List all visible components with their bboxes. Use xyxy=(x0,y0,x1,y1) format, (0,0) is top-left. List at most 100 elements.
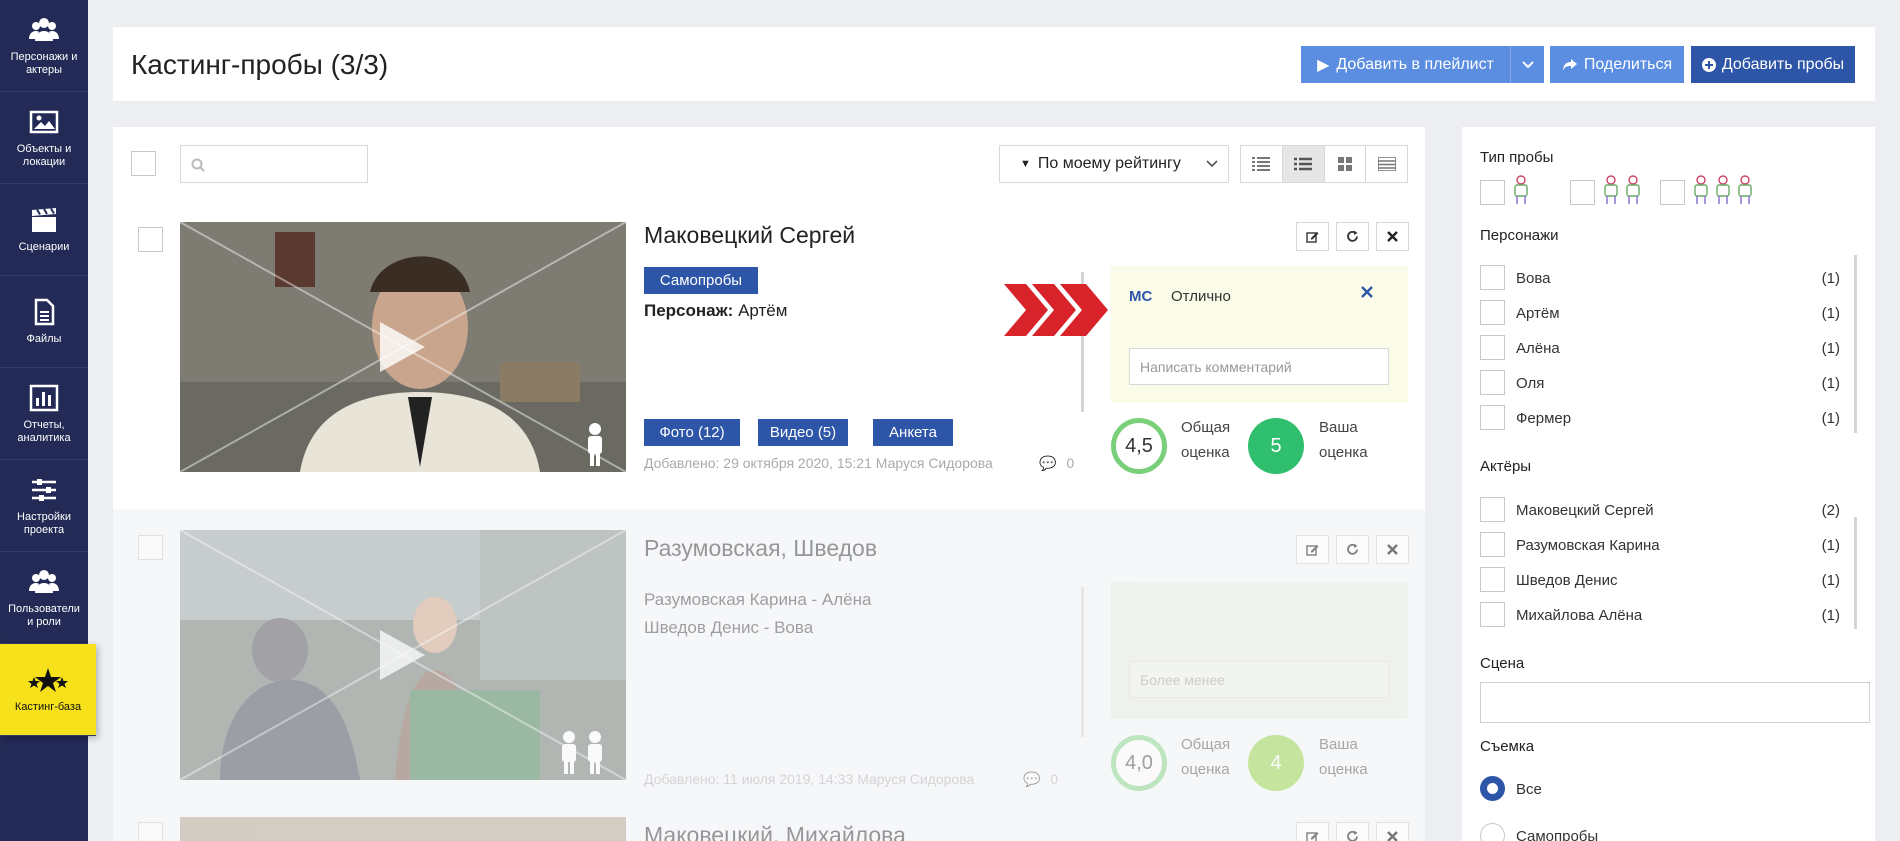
actor-checkbox[interactable] xyxy=(1480,532,1505,557)
file-icon xyxy=(34,298,55,326)
shooting-all-radio[interactable] xyxy=(1480,776,1505,801)
character-count: (1) xyxy=(1821,375,1840,392)
character-name: Оля xyxy=(1516,375,1545,392)
close-icon[interactable] xyxy=(1361,286,1373,298)
review-box: Более менее xyxy=(1111,582,1408,719)
sort-select[interactable]: ▼ По моему рейтингу xyxy=(999,145,1229,183)
refresh-button[interactable] xyxy=(1336,222,1369,251)
edit-button[interactable] xyxy=(1296,822,1329,841)
sidebar-item-characters[interactable]: Персонажи и актеры xyxy=(0,0,88,92)
my-score[interactable]: 5 xyxy=(1248,418,1304,474)
character-checkbox[interactable] xyxy=(1480,335,1505,360)
video-button[interactable]: Видео (5) xyxy=(758,419,848,446)
search-input[interactable] xyxy=(180,145,368,183)
comment-input[interactable]: Написать комментарий xyxy=(1129,348,1389,385)
sidebar-item-files[interactable]: Файлы xyxy=(0,276,88,368)
review-text: Отлично xyxy=(1171,288,1231,305)
test-type-single-checkbox[interactable] xyxy=(1480,180,1505,205)
casting-card: Разумовская, Шведов Разумовская Карина -… xyxy=(113,509,1425,796)
delete-button[interactable] xyxy=(1376,535,1409,564)
video-thumbnail[interactable] xyxy=(180,222,626,472)
refresh-icon xyxy=(1347,543,1358,555)
sidebar-item-reports[interactable]: Отчеты, аналитика xyxy=(0,368,88,460)
character-checkbox[interactable] xyxy=(1480,300,1505,325)
character-checkbox[interactable] xyxy=(1480,370,1505,395)
two-persons-outline-icon xyxy=(1604,175,1640,204)
character-checkbox[interactable] xyxy=(1480,405,1505,430)
actor-count: (1) xyxy=(1821,572,1840,589)
view-table-button[interactable] xyxy=(1366,146,1407,182)
edit-button[interactable] xyxy=(1296,222,1329,251)
sort-label: По моему рейтингу xyxy=(1037,155,1181,172)
close-icon xyxy=(1387,544,1398,555)
actor-name: Михайлова Алёна xyxy=(1516,607,1643,624)
card-title[interactable]: Разумовская, Шведов xyxy=(644,535,877,562)
actor-count: (1) xyxy=(1821,607,1840,624)
users-icon xyxy=(29,17,59,41)
character-line: Персонаж: Артём xyxy=(644,301,787,321)
view-list-button[interactable] xyxy=(1282,146,1325,182)
character-count: (1) xyxy=(1821,305,1840,322)
actor-name: Шведов Денис xyxy=(1516,572,1618,589)
actors-scrollbar[interactable] xyxy=(1854,517,1857,629)
review-box: МС Отлично Написать комментарий xyxy=(1111,266,1408,403)
added-info: Добавлено: 29 октября 2020, 15:21 Маруся… xyxy=(644,455,993,471)
sidebar-item-label: Сценарии xyxy=(18,241,70,253)
photo-button[interactable]: Фото (12) xyxy=(644,419,740,446)
characters-heading: Персонажи xyxy=(1480,227,1559,244)
actor-count: (1) xyxy=(1821,537,1840,554)
shooting-self-radio[interactable] xyxy=(1480,823,1505,841)
self-test-tag: Самопробы xyxy=(644,267,758,294)
delete-button[interactable] xyxy=(1376,222,1409,251)
actor-checkbox[interactable] xyxy=(1480,567,1505,592)
users-icon xyxy=(29,569,59,593)
refresh-button[interactable] xyxy=(1336,822,1369,841)
card-checkbox[interactable] xyxy=(138,227,163,252)
card-checkbox[interactable] xyxy=(138,822,163,841)
sidebar-item-label: Объекты и локации xyxy=(16,142,72,168)
playlist-dropdown-button[interactable] xyxy=(1510,46,1544,83)
add-tests-button[interactable]: Добавить пробы xyxy=(1691,46,1855,83)
view-grid-button[interactable] xyxy=(1324,146,1367,182)
close-icon xyxy=(1387,231,1398,242)
sidebar-item-scripts[interactable]: Сценарии xyxy=(0,184,88,276)
actor-checkbox[interactable] xyxy=(1480,602,1505,627)
sidebar-item-users[interactable]: Пользователи и роли xyxy=(0,552,88,644)
share-label: Поделиться xyxy=(1583,55,1673,73)
view-list-compact-button[interactable] xyxy=(1241,146,1283,182)
card-title[interactable]: Маковецкий Сергей xyxy=(644,222,855,249)
character-checkbox[interactable] xyxy=(1480,265,1505,290)
select-all-checkbox[interactable] xyxy=(131,151,156,176)
sidebar-item-label: Файлы xyxy=(26,333,62,345)
questionnaire-button[interactable]: Анкета xyxy=(873,419,953,446)
page-header: Кастинг-пробы (3/3) ▶ Добавить в плейлис… xyxy=(113,27,1875,101)
refresh-icon xyxy=(1347,230,1358,242)
refresh-button[interactable] xyxy=(1336,535,1369,564)
sidebar-item-casting-base[interactable]: Кастинг-база xyxy=(0,644,96,736)
my-score[interactable]: 4 xyxy=(1248,735,1304,791)
sidebar-item-label: Отчеты, аналитика xyxy=(17,418,71,444)
delete-button[interactable] xyxy=(1376,822,1409,841)
single-person-outline-icon xyxy=(1514,175,1528,204)
share-button[interactable]: Поделиться xyxy=(1550,46,1684,83)
character-label: Персонаж: xyxy=(644,301,734,320)
add-to-playlist-button[interactable]: ▶ Добавить в плейлист xyxy=(1301,46,1510,83)
characters-scrollbar[interactable] xyxy=(1854,255,1857,433)
video-thumbnail[interactable] xyxy=(180,817,626,841)
test-type-pair-checkbox[interactable] xyxy=(1570,180,1595,205)
sidebar-item-settings[interactable]: Настройки проекта xyxy=(0,460,88,552)
actor-checkbox[interactable] xyxy=(1480,497,1505,522)
edit-button[interactable] xyxy=(1296,535,1329,564)
scene-input[interactable] xyxy=(1480,682,1870,723)
chevron-down-icon xyxy=(1521,60,1534,68)
shooting-heading: Съемка xyxy=(1480,738,1535,755)
sidebar-item-objects[interactable]: Объекты и локации xyxy=(0,92,88,184)
card-checkbox[interactable] xyxy=(138,535,163,560)
card-title[interactable]: Маковецкий, Михайлова xyxy=(644,822,906,841)
sidebar-item-label: Кастинг-база xyxy=(14,701,82,713)
video-thumbnail[interactable] xyxy=(180,530,626,780)
comment-input[interactable]: Более менее xyxy=(1129,661,1389,698)
chart-icon xyxy=(29,384,59,411)
test-type-group-checkbox[interactable] xyxy=(1660,180,1685,205)
my-score-label: Ваша оценка xyxy=(1319,736,1368,778)
